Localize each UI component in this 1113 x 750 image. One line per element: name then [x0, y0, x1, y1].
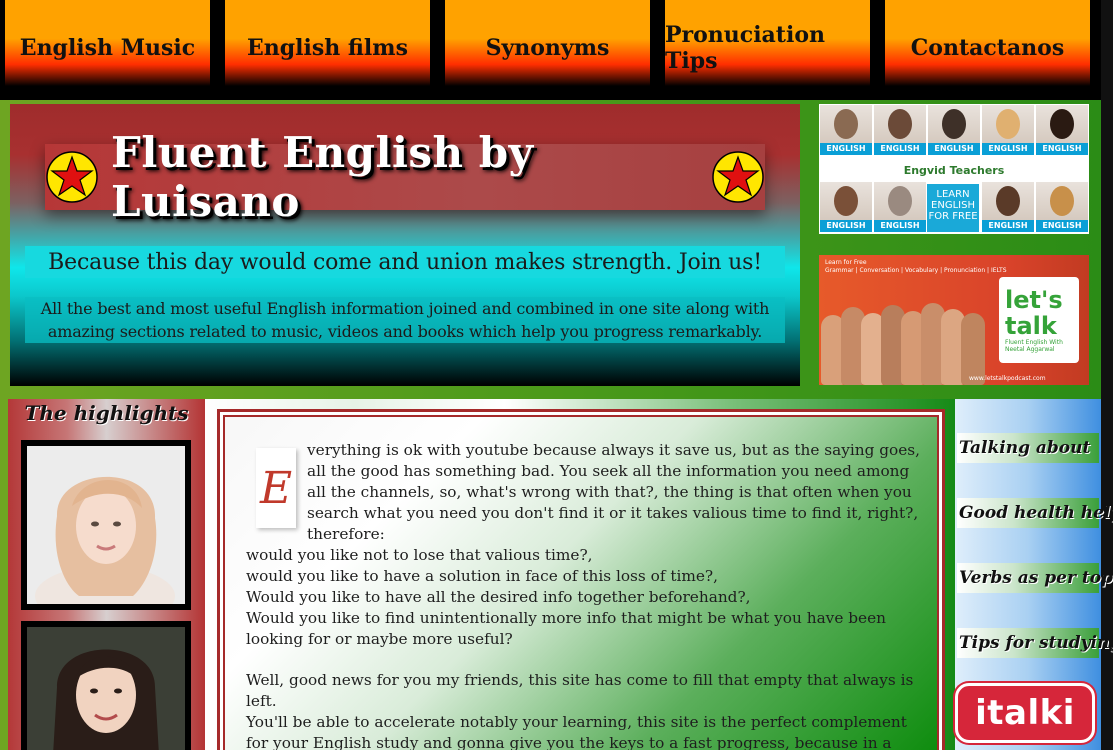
- face: [888, 186, 912, 216]
- teacher-photo: ENGLISH: [874, 182, 926, 232]
- article-line: would you like not to lose that valious …: [246, 546, 593, 564]
- face: [996, 186, 1020, 216]
- highlight-photo[interactable]: [21, 440, 191, 610]
- article-line: Would you like to have all the desired i…: [246, 587, 751, 606]
- letstalk-top-text: Learn for Free Grammar | Conversation | …: [825, 259, 1007, 275]
- english-tag: ENGLISH: [982, 143, 1034, 155]
- engvid-teachers-ad[interactable]: ENGLISH ENGLISH ENGLISH ENGLISH ENGLISH …: [819, 104, 1089, 234]
- article-paragraph: Well, good news for you my friends, this…: [246, 671, 914, 711]
- letstalk-people: [819, 285, 994, 385]
- teacher-photo: ENGLISH: [874, 105, 926, 155]
- teacher-photo: ENGLISH: [928, 105, 980, 155]
- link-tips-studying[interactable]: Tips for studying: [957, 628, 1113, 658]
- link-verbs-per-topic[interactable]: Verbs as per topic: [957, 563, 1113, 593]
- teacher-photo: ENGLISH: [820, 105, 872, 155]
- teacher-grid: ENGLISH ENGLISH ENGLISH ENGLISH ENGLISH …: [819, 104, 1089, 234]
- title-bar: Fluent English by Luisano: [45, 128, 765, 226]
- article-first-paragraph: verything is ok with youtube because alw…: [307, 441, 921, 543]
- english-tag: ENGLISH: [820, 143, 872, 155]
- letstalk-logo-sub: Fluent English With Neetal Aggarwal: [1005, 339, 1063, 353]
- article-line: would you like to have a solution in fac…: [246, 566, 719, 585]
- nav-contactanos[interactable]: Contactanos: [885, 0, 1090, 86]
- right-sidebar: Talking about Good health helps Verbs as…: [955, 399, 1113, 750]
- english-tag: ENGLISH: [874, 143, 926, 155]
- article-area: E verything is ok with youtube because a…: [205, 399, 955, 750]
- nav-english-music[interactable]: English Music: [5, 0, 210, 86]
- italki-logo-button[interactable]: italki: [955, 683, 1095, 743]
- teacher-photo: ENGLISH: [820, 182, 872, 232]
- teacher-photo: ENGLISH: [1036, 182, 1088, 232]
- star-icon: [46, 151, 98, 203]
- face: [834, 109, 858, 139]
- face: [1050, 109, 1074, 139]
- nav-synonyms[interactable]: Synonyms: [445, 0, 650, 86]
- slogan: Because this day would come and union ma…: [25, 246, 785, 278]
- article-body: would you like not to lose that valious …: [246, 545, 926, 750]
- portrait-blonde: [27, 446, 185, 604]
- english-tag: ENGLISH: [1036, 143, 1088, 155]
- english-tag: ENGLISH: [982, 220, 1034, 232]
- drop-cap: E: [256, 448, 296, 528]
- nav-label: Pronuciation Tips: [665, 22, 825, 74]
- teacher-photo: ENGLISH: [1036, 105, 1088, 155]
- face: [1050, 186, 1074, 216]
- nav-english-films[interactable]: English films: [225, 0, 430, 86]
- learn-english-box: LEARN ENGLISH FOR FREE: [927, 184, 979, 232]
- nav-pronunciation-tips[interactable]: Pronuciation Tips: [665, 0, 870, 86]
- face: [996, 109, 1020, 139]
- highlights-sidebar: The highlights: [8, 399, 205, 750]
- article-line: Would you like to find unintentionally m…: [246, 608, 886, 648]
- english-tag: ENGLISH: [874, 220, 926, 232]
- letstalk-logo: let's talk Fluent English With Neetal Ag…: [999, 277, 1079, 363]
- site-description: All the best and most useful English inf…: [25, 297, 785, 343]
- nav-label: Synonyms: [485, 35, 610, 61]
- english-tag: ENGLISH: [1036, 220, 1088, 232]
- highlight-photo[interactable]: [21, 621, 191, 750]
- face: [942, 109, 966, 139]
- highlights-title: The highlights: [24, 401, 189, 425]
- english-tag: ENGLISH: [820, 220, 872, 232]
- site-title: Fluent English by Luisano: [111, 128, 534, 226]
- letstalk-logo-text: let's talk: [1005, 286, 1063, 340]
- nav-label: English Music: [19, 35, 196, 61]
- article-box: E verything is ok with youtube because a…: [217, 409, 945, 750]
- teacher-photo: ENGLISH: [982, 182, 1034, 232]
- nav-label: English films: [247, 35, 408, 61]
- nav-label: Contactanos: [910, 35, 1065, 61]
- letstalk-top-line: Learn for Free: [825, 259, 867, 266]
- face: [888, 109, 912, 139]
- link-talking-about[interactable]: Talking about: [957, 433, 1099, 463]
- link-good-health[interactable]: Good health helps: [957, 498, 1113, 528]
- article-paragraph: You'll be able to accelerate notably you…: [246, 713, 907, 750]
- english-tag: ENGLISH: [928, 143, 980, 155]
- letstalk-url: www.letstalkpodcast.com: [969, 375, 1046, 382]
- letstalk-ad[interactable]: Learn for Free Grammar | Conversation | …: [819, 255, 1089, 385]
- header-banner: Fluent English by Luisano Because this d…: [10, 104, 800, 386]
- star-icon: [712, 151, 764, 203]
- portrait-brunette: [27, 627, 185, 750]
- face: [834, 186, 858, 216]
- letstalk-top-sub: Grammar | Conversation | Vocabulary | Pr…: [825, 267, 1007, 274]
- engvid-caption: Engvid Teachers: [903, 164, 1005, 177]
- teacher-photo: ENGLISH: [982, 105, 1034, 155]
